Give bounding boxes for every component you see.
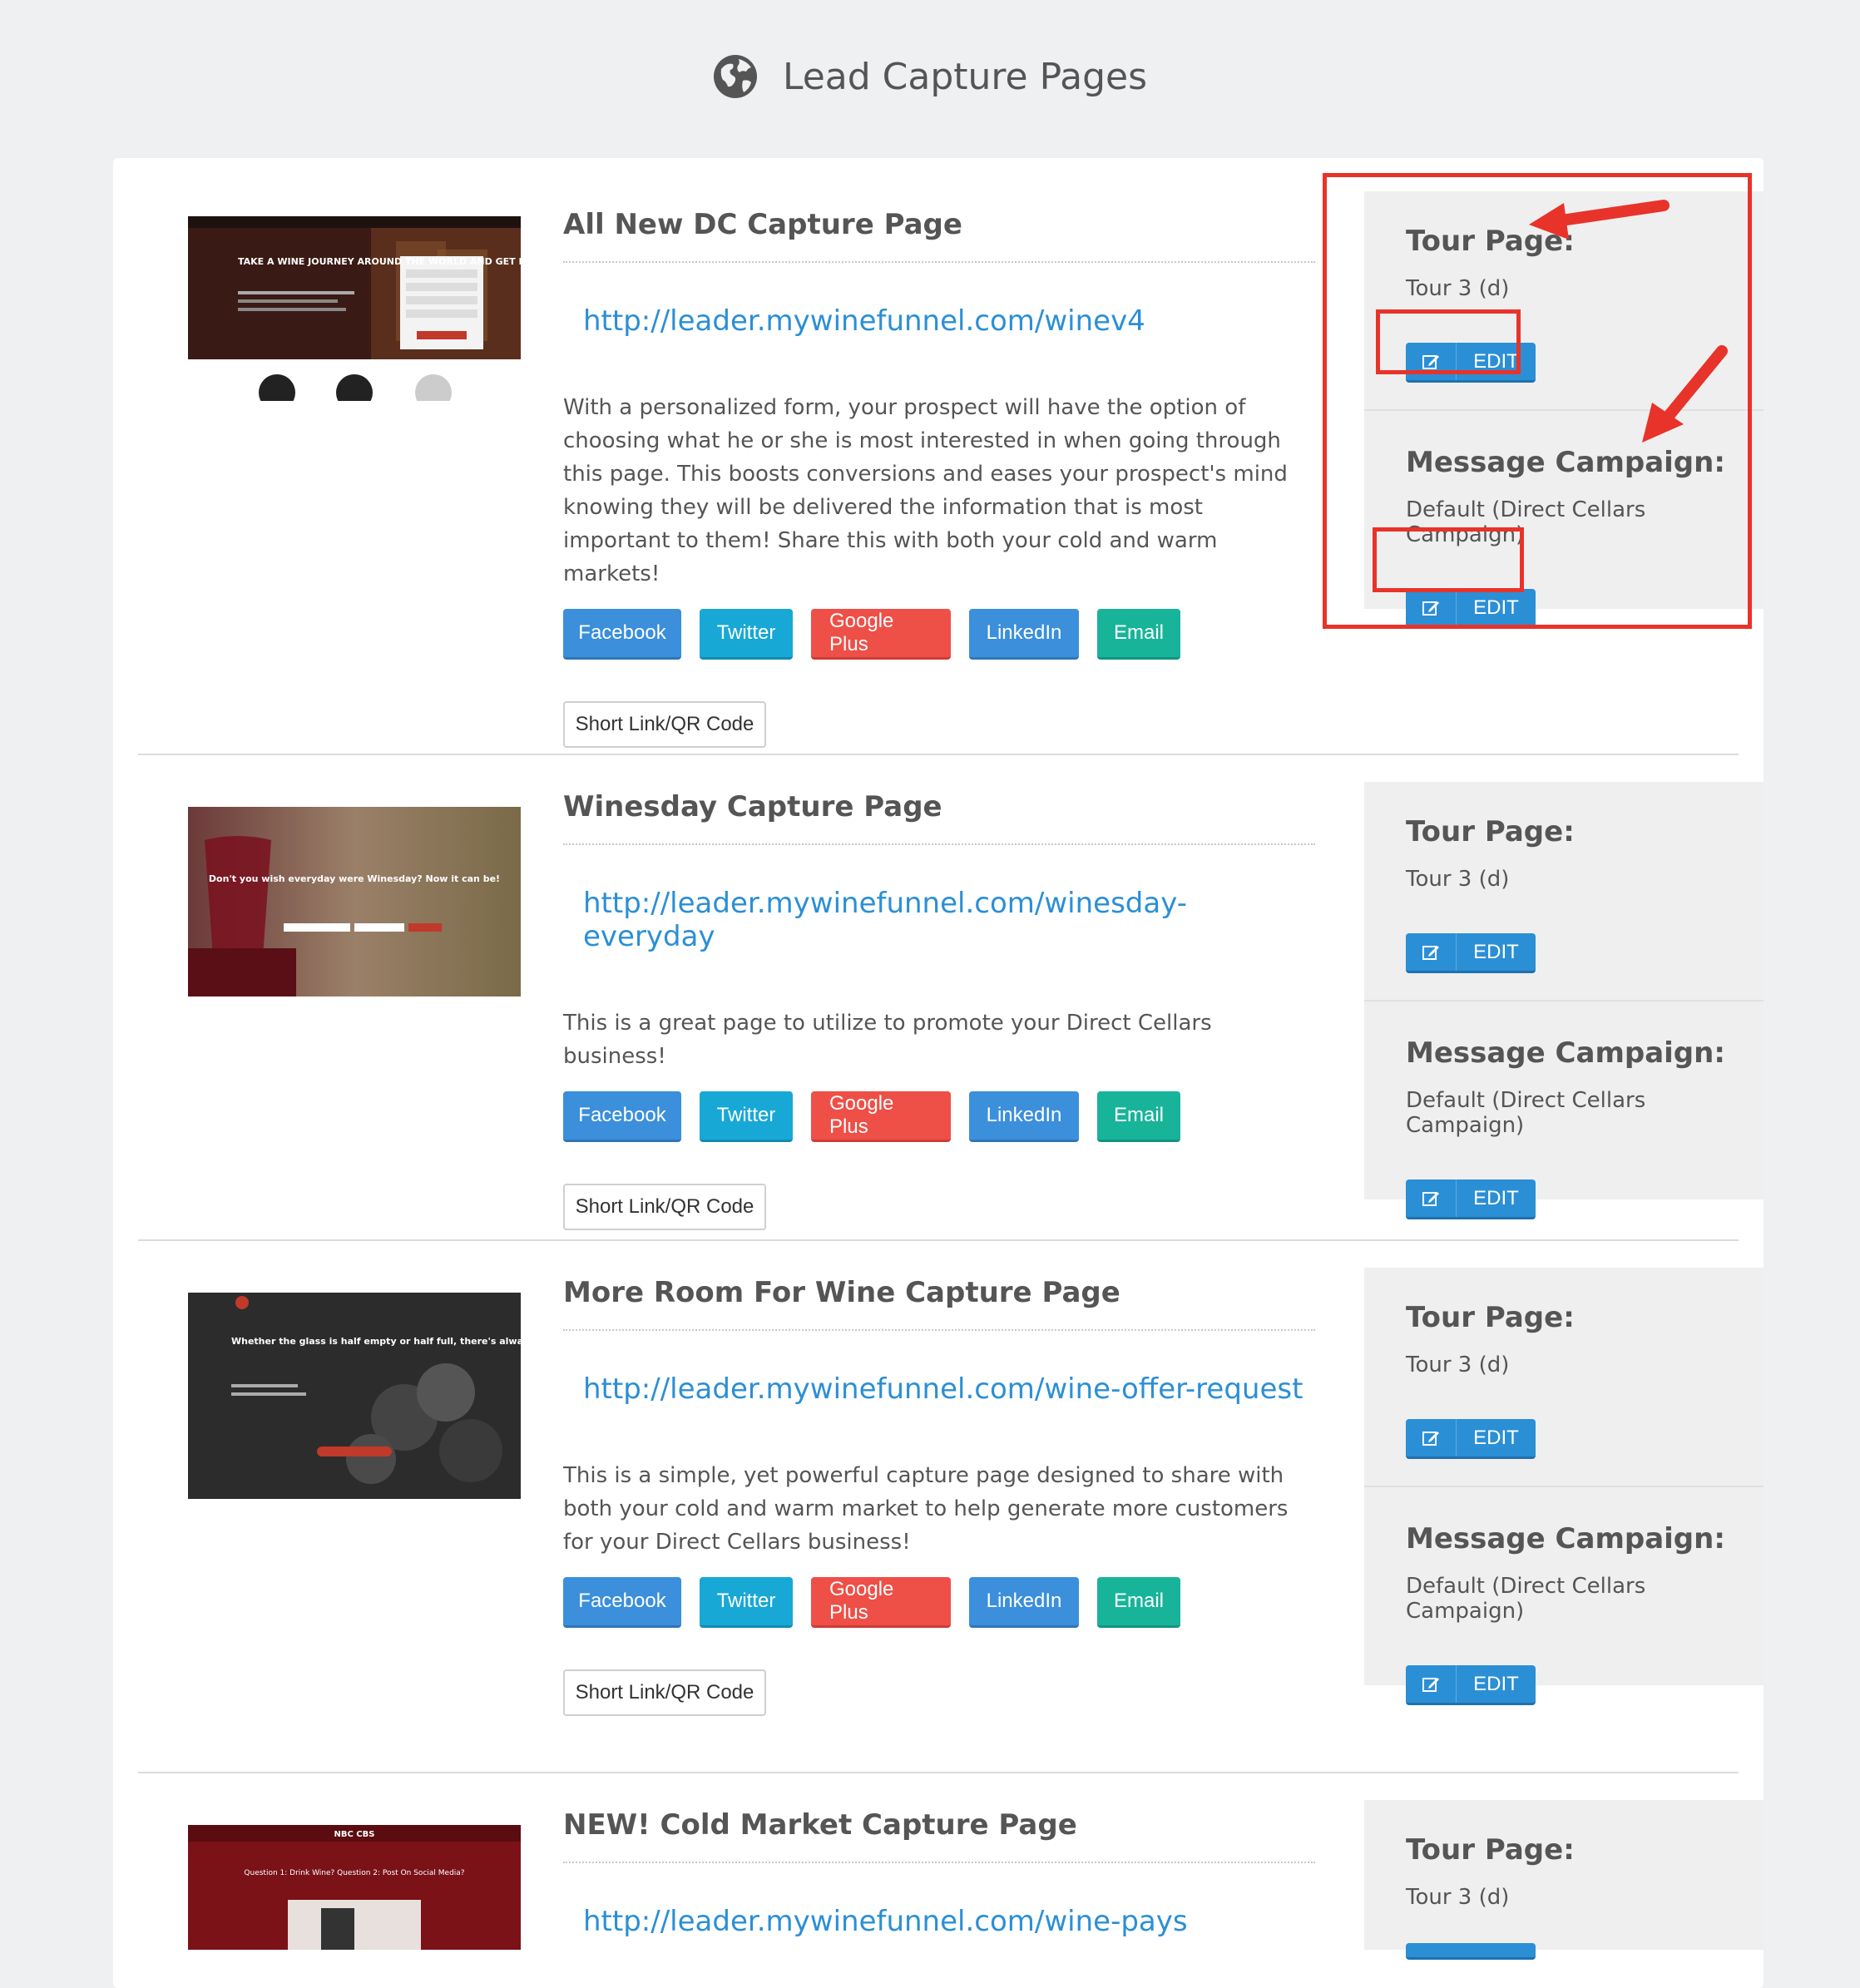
google-plus-share-button[interactable]: Google Plus xyxy=(811,1091,951,1142)
panel-divider xyxy=(1364,1000,1764,1001)
edit-campaign-button[interactable]: EDIT xyxy=(1406,1179,1536,1219)
share-buttons: Facebook Twitter Google Plus LinkedIn Em… xyxy=(563,1091,1315,1142)
page-item-title: NEW! Cold Market Capture Page xyxy=(563,1808,1315,1863)
tour-page-value: Tour 3 (d) xyxy=(1406,867,1510,892)
settings-panel: Tour Page: Tour 3 (d) EDIT Message Campa… xyxy=(1364,1268,1764,1705)
short-link-qr-button[interactable]: Short Link/QR Code xyxy=(563,1184,766,1230)
short-link-qr-button[interactable]: Short Link/QR Code xyxy=(563,1669,766,1716)
thumbnail-image: NBC CBS Question 1: Drink Wine? Question… xyxy=(188,1825,521,1950)
google-plus-share-button[interactable]: Google Plus xyxy=(811,609,951,660)
google-plus-share-button[interactable]: Google Plus xyxy=(811,1577,951,1628)
tour-page-value: Tour 3 (d) xyxy=(1406,1885,1510,1910)
page-row: Whether the glass is half empty or half … xyxy=(138,1241,1764,1770)
page-content: Winesday Capture Page http://leader.mywi… xyxy=(563,790,1315,1230)
page-description: This is a simple, yet powerful capture p… xyxy=(563,1463,1289,1555)
tour-page-label: Tour Page: xyxy=(1406,1833,1575,1867)
edit-campaign-button[interactable]: EDIT xyxy=(1406,1665,1536,1705)
edit-icon xyxy=(1406,933,1457,971)
thumbnail-headline: TAKE A WINE JOURNEY AROUND THE WORLD AND… xyxy=(238,256,521,267)
tour-page-value: Tour 3 (d) xyxy=(1406,276,1510,301)
edit-icon xyxy=(1406,343,1457,380)
page-item-title: All New DC Capture Page xyxy=(563,208,1315,263)
tour-page-label: Tour Page: xyxy=(1406,1301,1575,1334)
tour-page-label: Tour Page: xyxy=(1406,815,1575,848)
tour-page-label: Tour Page: xyxy=(1406,225,1575,258)
message-campaign-value: Default (Direct Cellars Campaign) xyxy=(1406,1574,1646,1624)
twitter-share-button[interactable]: Twitter xyxy=(700,609,793,660)
page-item-title: Winesday Capture Page xyxy=(563,790,1315,845)
thumbnail-headline: Question 1: Drink Wine? Question 2: Post… xyxy=(244,1869,464,1877)
page-thumbnail: Don't you wish everyday were Winesday? N… xyxy=(188,807,521,996)
edit-tour-button[interactable] xyxy=(1406,1943,1536,1960)
twitter-share-button[interactable]: Twitter xyxy=(700,1577,793,1628)
panel-divider xyxy=(1364,1486,1764,1487)
page-description: With a personalized form, your prospect … xyxy=(563,395,1288,586)
page-description: This is a great page to utilize to promo… xyxy=(563,1011,1212,1069)
settings-panel: Tour Page: Tour 3 (d) EDIT Message Campa… xyxy=(1364,782,1764,1219)
twitter-share-button[interactable]: Twitter xyxy=(700,1091,793,1142)
page-title: Lead Capture Pages xyxy=(782,55,1148,98)
thumbnail-image: Don't you wish everyday were Winesday? N… xyxy=(188,807,521,996)
page-thumbnail: Whether the glass is half empty or half … xyxy=(188,1293,521,1499)
linkedin-share-button[interactable]: LinkedIn xyxy=(969,1091,1079,1142)
page-url-link[interactable]: http://leader.mywinefunnel.com/winev4 xyxy=(583,304,1315,338)
message-campaign-label: Message Campaign: xyxy=(1406,1522,1725,1555)
page-content: All New DC Capture Page http://leader.my… xyxy=(563,208,1315,748)
page-header: Lead Capture Pages xyxy=(0,43,1860,110)
share-buttons: Facebook Twitter Google Plus LinkedIn Em… xyxy=(563,609,1315,660)
page-row: TAKE A WINE JOURNEY AROUND THE WORLD AND… xyxy=(138,158,1764,748)
settings-panel: Tour Page: Tour 3 (d) EDIT Message Campa… xyxy=(1364,191,1764,629)
email-share-button[interactable]: Email xyxy=(1097,609,1180,660)
edit-icon xyxy=(1406,1665,1457,1703)
message-campaign-label: Message Campaign: xyxy=(1406,1036,1725,1070)
settings-panel: Tour Page: Tour 3 (d) xyxy=(1364,1800,1764,1960)
page-row: NBC CBS Question 1: Drink Wine? Question… xyxy=(138,1773,1764,1960)
facebook-share-button[interactable]: Facebook xyxy=(563,1091,681,1142)
thumbnail-logos: NBC CBS xyxy=(334,1830,375,1839)
edit-icon xyxy=(1406,1419,1457,1456)
message-campaign-value: Default (Direct Cellars Campaign) xyxy=(1406,1088,1646,1138)
page-url-link[interactable]: http://leader.mywinefunnel.com/wine-offe… xyxy=(583,1372,1315,1406)
share-buttons: Facebook Twitter Google Plus LinkedIn Em… xyxy=(563,1577,1315,1628)
page-url-link[interactable]: http://leader.mywinefunnel.com/winesday-… xyxy=(583,887,1315,953)
pages-card: TAKE A WINE JOURNEY AROUND THE WORLD AND… xyxy=(113,158,1764,1988)
edit-tour-button[interactable]: EDIT xyxy=(1406,1419,1536,1459)
thumbnail-headline: Whether the glass is half empty or half … xyxy=(231,1336,521,1347)
message-campaign-value: Default (Direct Cellars Campaign) xyxy=(1406,497,1646,547)
linkedin-share-button[interactable]: LinkedIn xyxy=(969,1577,1079,1628)
facebook-share-button[interactable]: Facebook xyxy=(563,1577,681,1628)
message-campaign-label: Message Campaign: xyxy=(1406,446,1725,479)
page-row: Don't you wish everyday were Winesday? N… xyxy=(138,755,1764,1241)
short-link-qr-button[interactable]: Short Link/QR Code xyxy=(563,701,766,748)
facebook-share-button[interactable]: Facebook xyxy=(563,609,681,660)
edit-icon xyxy=(1406,589,1457,626)
tour-page-value: Tour 3 (d) xyxy=(1406,1353,1510,1377)
page-content: NEW! Cold Market Capture Page http://lea… xyxy=(563,1808,1315,1938)
globe-icon xyxy=(713,55,757,98)
thumbnail-image: TAKE A WINE JOURNEY AROUND THE WORLD AND… xyxy=(188,216,521,401)
edit-tour-button[interactable]: EDIT xyxy=(1406,933,1536,973)
thumbnail-image: Whether the glass is half empty or half … xyxy=(188,1293,521,1499)
page-thumbnail: TAKE A WINE JOURNEY AROUND THE WORLD AND… xyxy=(188,216,521,401)
linkedin-share-button[interactable]: LinkedIn xyxy=(969,609,1079,660)
thumbnail-headline: Don't you wish everyday were Winesday? N… xyxy=(209,873,500,884)
email-share-button[interactable]: Email xyxy=(1097,1577,1180,1628)
edit-campaign-button[interactable]: EDIT xyxy=(1406,589,1536,629)
edit-icon xyxy=(1406,1179,1457,1217)
edit-tour-button[interactable]: EDIT xyxy=(1406,343,1536,383)
page-url-link[interactable]: http://leader.mywinefunnel.com/wine-pays xyxy=(583,1905,1315,1938)
page-content: More Room For Wine Capture Page http://l… xyxy=(563,1276,1315,1716)
page-item-title: More Room For Wine Capture Page xyxy=(563,1276,1315,1331)
panel-divider xyxy=(1364,409,1764,411)
email-share-button[interactable]: Email xyxy=(1097,1091,1180,1142)
page-thumbnail: NBC CBS Question 1: Drink Wine? Question… xyxy=(188,1825,521,1950)
